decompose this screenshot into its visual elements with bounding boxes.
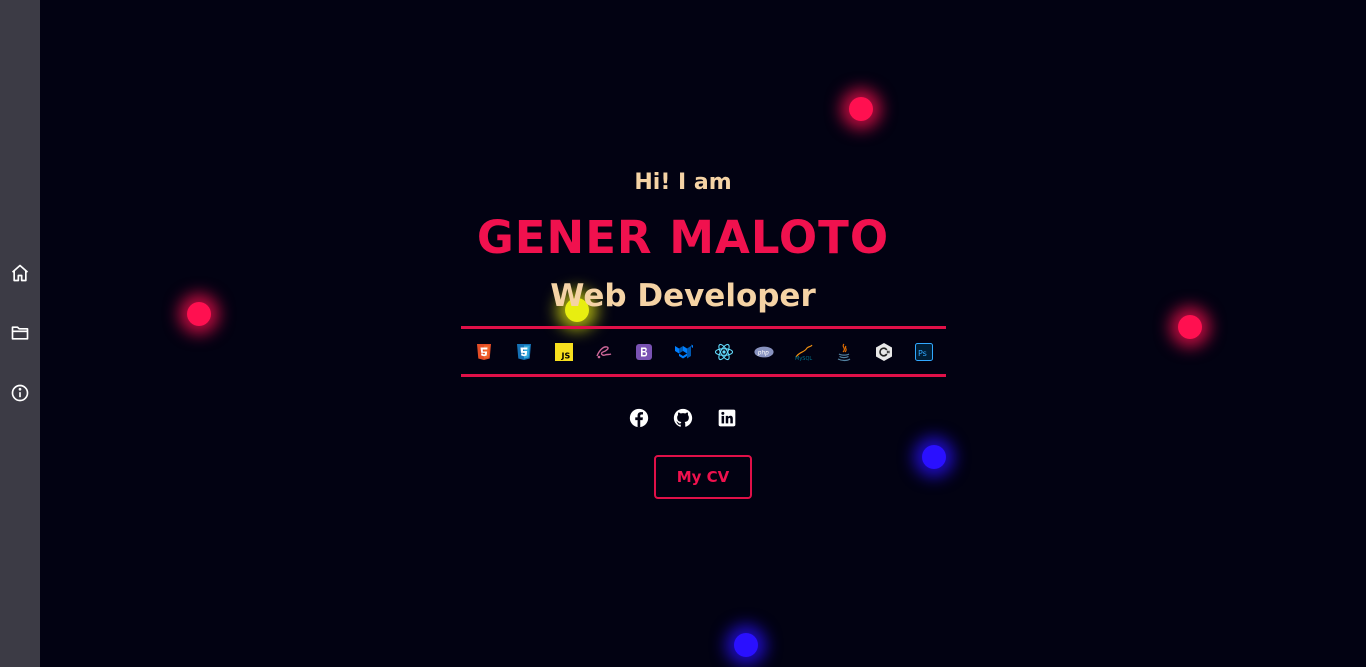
facebook-icon bbox=[629, 408, 649, 428]
github-icon bbox=[673, 408, 693, 427]
facebook-link[interactable] bbox=[629, 408, 649, 428]
github-link[interactable] bbox=[673, 408, 693, 428]
material-ui-icon bbox=[674, 342, 694, 362]
mysql-icon: MySQL bbox=[794, 342, 814, 362]
skills-bar: JS php MySQL Ps bbox=[461, 326, 946, 377]
csharp-icon bbox=[874, 342, 894, 362]
svg-text:Ps: Ps bbox=[918, 349, 927, 358]
svg-text:MySQL: MySQL bbox=[795, 356, 812, 362]
java-icon bbox=[834, 342, 854, 362]
svg-text:JS: JS bbox=[560, 351, 570, 360]
developer-role: Web Developer bbox=[550, 278, 816, 314]
photoshop-icon: Ps bbox=[914, 342, 934, 362]
svg-text:php: php bbox=[756, 350, 768, 356]
my-cv-button[interactable]: My CV bbox=[654, 455, 752, 499]
javascript-icon: JS bbox=[554, 342, 574, 362]
php-icon: php bbox=[753, 342, 774, 362]
linkedin-link[interactable] bbox=[717, 408, 737, 428]
linkedin-icon bbox=[718, 409, 736, 427]
sass-icon bbox=[594, 342, 614, 362]
html5-icon bbox=[474, 342, 494, 362]
developer-name: GENER MALOTO bbox=[476, 211, 890, 264]
social-links bbox=[0, 408, 1366, 428]
react-icon bbox=[714, 342, 734, 362]
greeting-text: Hi! I am bbox=[634, 170, 732, 195]
hero-section: Hi! I am GENER MALOTO Web Developer JS p… bbox=[0, 0, 1366, 667]
bootstrap-icon bbox=[634, 342, 654, 362]
css3-icon bbox=[514, 342, 534, 362]
